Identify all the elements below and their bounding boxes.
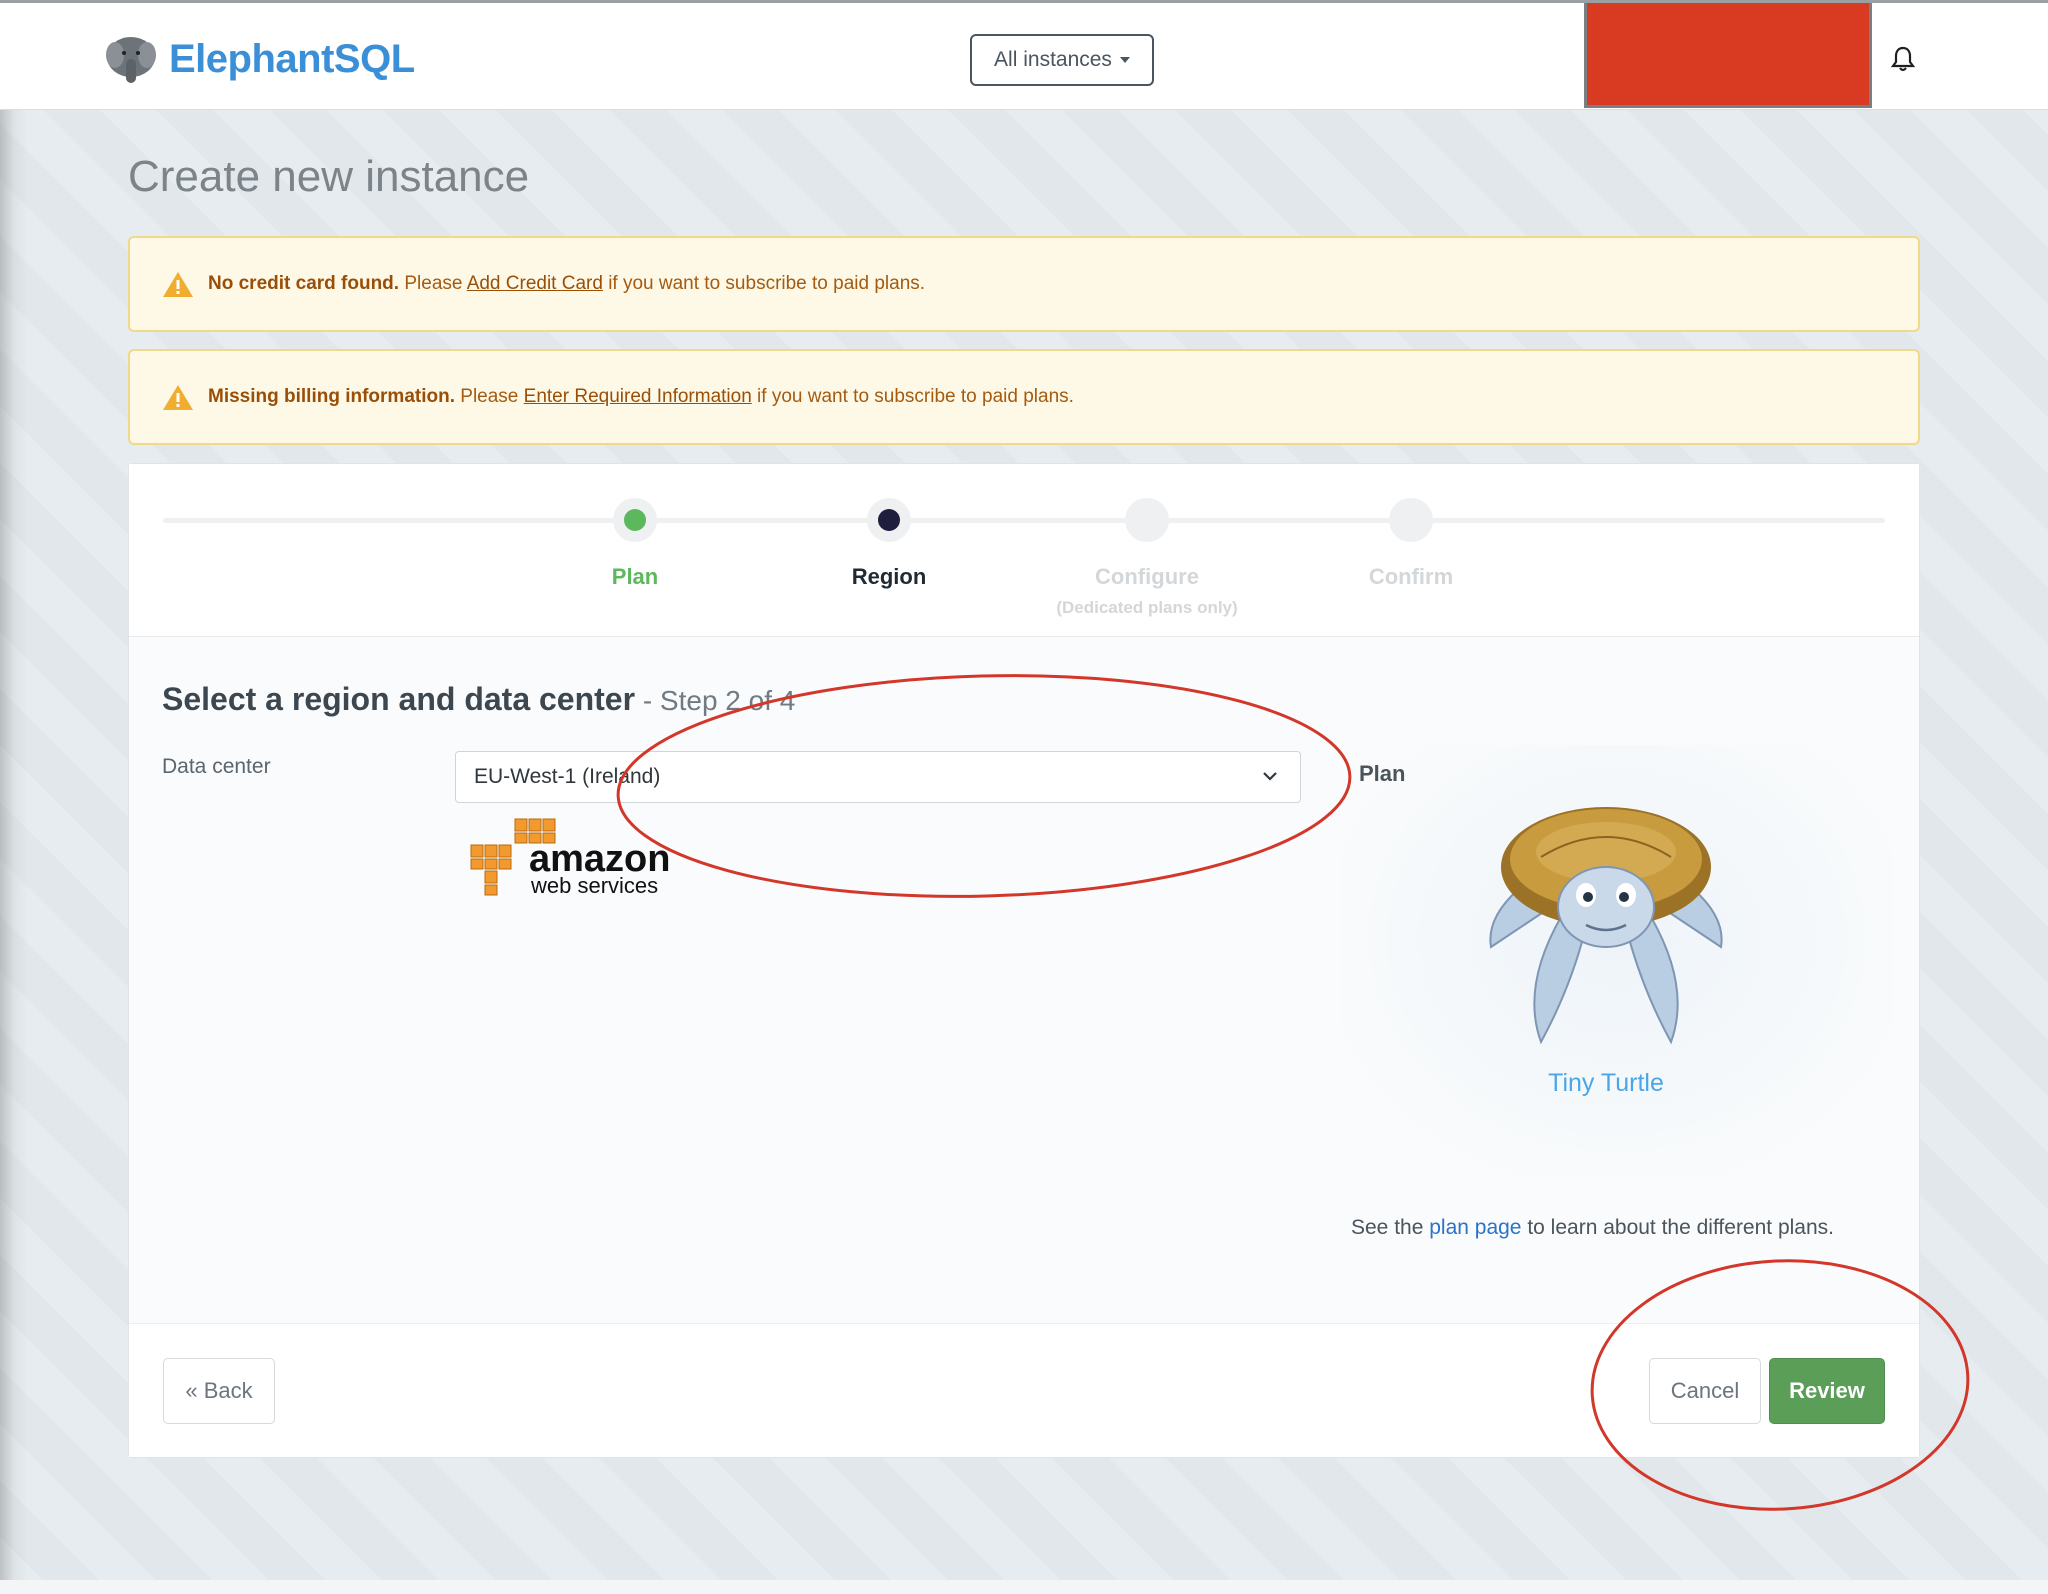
wizard-progress: Plan Region Configure (Dedicated plans o… [129, 464, 1919, 637]
step-dot-configure [1125, 498, 1169, 542]
step-label-confirm: Confirm [1368, 564, 1454, 589]
step-label-plan[interactable]: Plan [525, 564, 745, 590]
plan-page-link[interactable]: plan page [1429, 1216, 1521, 1239]
region-section: Select a region and data center - Step 2… [129, 637, 1919, 1324]
enter-required-information-link[interactable]: Enter Required Information [524, 386, 752, 407]
step-counter: - Step 2 of 4 [635, 685, 796, 716]
alert-missing-billing: Missing billing information. Please Ente… [128, 349, 1920, 445]
elephant-logo-icon [106, 37, 156, 83]
create-instance-card: Plan Region Configure (Dedicated plans o… [128, 463, 1920, 1458]
add-credit-card-link[interactable]: Add Credit Card [467, 273, 603, 294]
aws-logo-web-services: web services [530, 873, 658, 898]
redacted-account-area [1584, 3, 1872, 108]
back-button[interactable]: « Back [163, 1358, 275, 1424]
brand-name: ElephantSQL [169, 36, 415, 81]
bell-icon[interactable] [1890, 45, 1916, 73]
plan-name: Tiny Turtle [1548, 1069, 1664, 1097]
step-dot-region [867, 498, 911, 542]
warning-icon [163, 272, 193, 297]
bottom-strip [0, 1580, 2048, 1594]
step-label-configure: Configure [1095, 564, 1199, 589]
data-center-label: Data center [162, 755, 271, 778]
step-dot-plan[interactable] [613, 498, 657, 542]
progress-track [163, 518, 1885, 523]
caret-down-icon [1119, 57, 1130, 63]
aws-logo: amazon web services [470, 818, 670, 898]
tiny-turtle-illustration [1489, 807, 1723, 1045]
alert-no-credit-card: No credit card found. Please Add Credit … [128, 236, 1920, 332]
all-instances-dropdown[interactable]: All instances [970, 34, 1154, 86]
chevron-down-icon [1263, 772, 1277, 781]
plan-note: See the plan page to learn about the dif… [1351, 1216, 1834, 1239]
step-label-region: Region [851, 564, 927, 589]
wizard-footer: « Back Cancel Review [129, 1324, 1919, 1457]
brand-logo[interactable]: ElephantSQL [103, 31, 415, 87]
data-center-value: EU-West-1 (Ireland) [474, 765, 661, 788]
review-button[interactable]: Review [1769, 1358, 1885, 1424]
section-title: Select a region and data center - Step 2… [162, 681, 796, 717]
alert-text: Missing billing information. Please Ente… [208, 386, 1074, 407]
data-center-select[interactable]: EU-West-1 (Ireland) [455, 751, 1301, 803]
page-title: Create new instance [128, 152, 530, 201]
cancel-button[interactable]: Cancel [1649, 1358, 1761, 1424]
instances-dropdown-label: All instances [994, 48, 1112, 71]
plan-label: Plan [1359, 761, 1406, 786]
alert-text: No credit card found. Please Add Credit … [208, 273, 926, 294]
step-dot-confirm [1389, 498, 1433, 542]
top-navbar: ElephantSQL All instances [0, 0, 2048, 110]
warning-icon [163, 385, 193, 410]
step-sub-configure: (Dedicated plans only) [1056, 598, 1238, 617]
